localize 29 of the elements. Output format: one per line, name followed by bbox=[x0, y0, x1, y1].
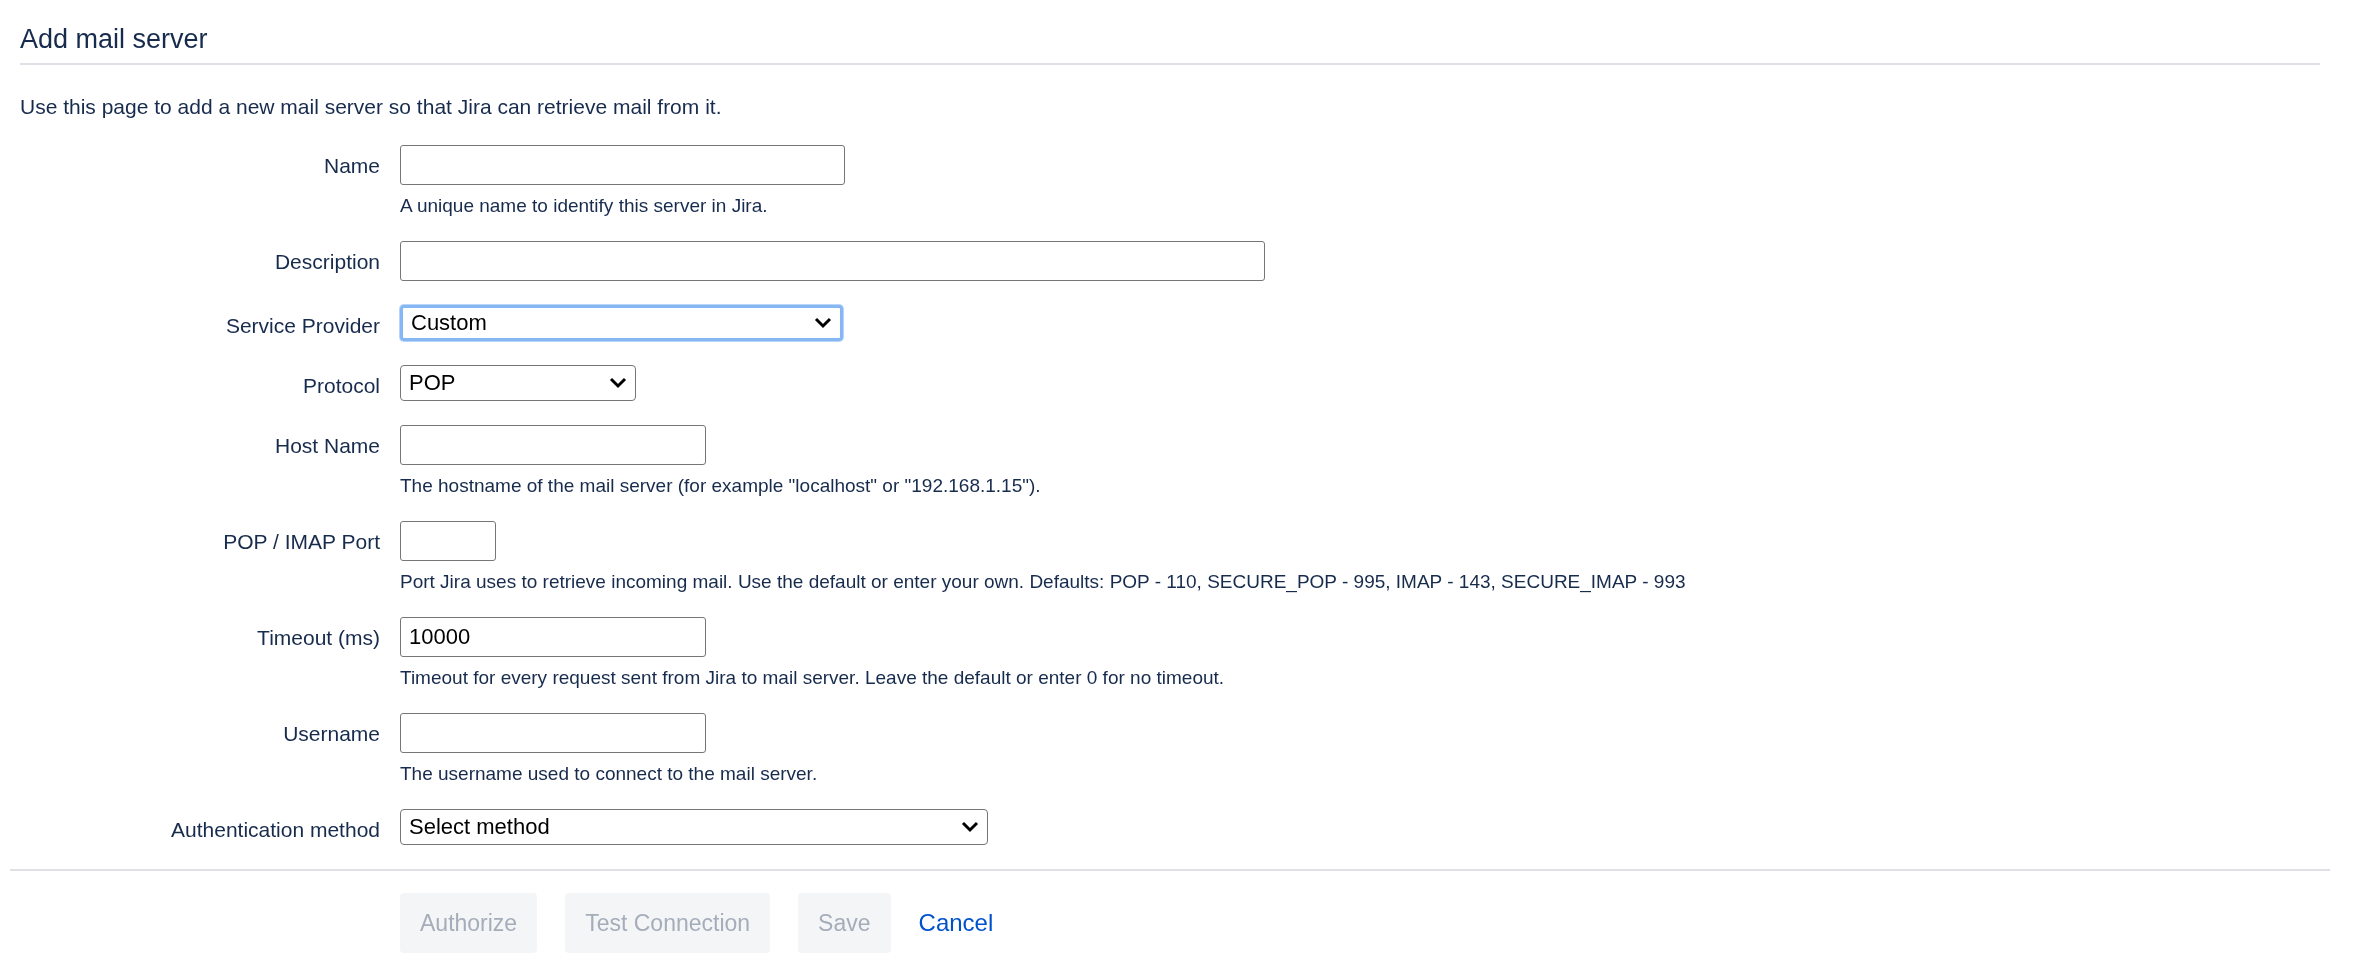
text-field[interactable] bbox=[400, 713, 706, 753]
field-label: Authentication method bbox=[171, 817, 380, 843]
field-label: Service Provider bbox=[225, 313, 380, 339]
field-label: Timeout (ms) bbox=[257, 625, 380, 651]
caret-icon bbox=[609, 377, 627, 389]
text-field[interactable]: 10000 bbox=[400, 617, 706, 657]
caret-icon bbox=[961, 821, 979, 833]
intro-text: Use this page to add a new mail server so that Jira can retrieve mail from it. bbox=[20, 95, 722, 119]
page-title: Add mail server bbox=[20, 24, 2320, 65]
cancel-link[interactable]: Cancel bbox=[918, 909, 994, 937]
text-field[interactable] bbox=[400, 145, 845, 185]
caret-icon bbox=[814, 317, 832, 329]
field-label: Description bbox=[274, 249, 380, 275]
dropdown[interactable]: Custom bbox=[400, 305, 843, 341]
field-label: Protocol bbox=[302, 373, 380, 399]
field-label: Name bbox=[323, 153, 380, 179]
text-field[interactable] bbox=[400, 521, 496, 561]
dropdown[interactable]: Select method bbox=[400, 809, 988, 845]
field-hint: Timeout for every request sent from Jira to mail server. Leave the default or enter 0 for no timeout. bbox=[400, 667, 1225, 689]
field-label: Host Name bbox=[274, 433, 380, 459]
field-label: Username bbox=[283, 721, 380, 747]
field-hint: The hostname of the mail server (for example "localhost" or "192.168.1.15"). bbox=[400, 475, 1041, 497]
text-field[interactable] bbox=[400, 425, 706, 465]
field-label: POP / IMAP Port bbox=[223, 529, 380, 555]
dropdown[interactable]: POP bbox=[400, 365, 636, 401]
text-field[interactable] bbox=[400, 241, 1265, 281]
field-hint: A unique name to identify this server in Jira. bbox=[400, 195, 768, 217]
field-hint: The username used to connect to the mail server. bbox=[400, 763, 818, 785]
field-hint: Port Jira uses to retrieve incoming mail. Use the default or enter your own. Defaults: POP - 110, SECURE_POP - 995, IMAP - 143, SECURE_IMAP - 993 bbox=[400, 571, 1686, 593]
